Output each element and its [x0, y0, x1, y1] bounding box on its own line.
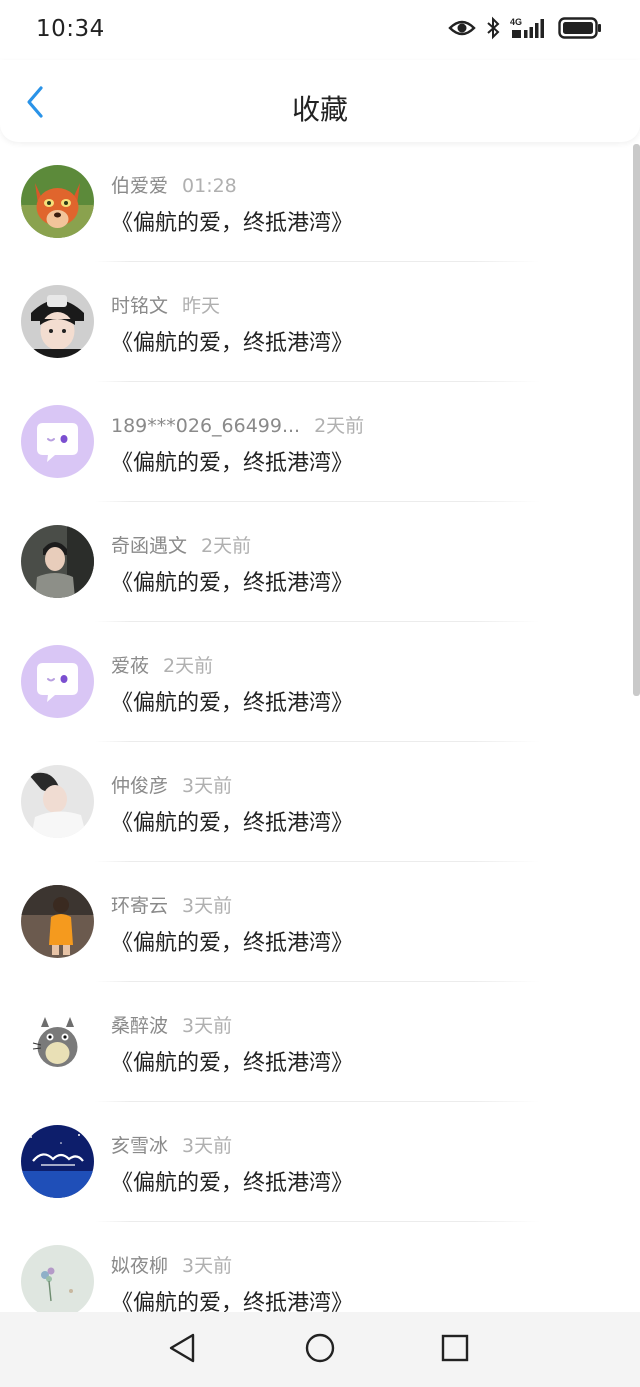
user-name: 仲俊彦	[111, 775, 169, 797]
battery-icon	[558, 16, 602, 44]
list-item[interactable]: 伯爱爱 01:28 《偏航的爱，终抵港湾》	[0, 142, 640, 262]
item-header: 伯爱爱 01:28	[111, 171, 237, 198]
item-header: 189***026_66499... 2天前	[111, 411, 364, 438]
avatar[interactable]	[21, 1005, 94, 1078]
item-time: 3天前	[182, 1015, 233, 1037]
item-time: 2天前	[163, 655, 214, 677]
favorite-content[interactable]: 《偏航的爱，终抵港湾》	[111, 205, 353, 237]
nav-recents-button[interactable]	[437, 1332, 473, 1368]
item-header: 爱莜 2天前	[111, 651, 213, 678]
item-header: 奇函遇文 2天前	[111, 531, 251, 558]
item-time: 昨天	[182, 295, 221, 317]
list-item[interactable]: 仲俊彦 3天前 《偏航的爱，终抵港湾》	[0, 742, 640, 862]
list-item[interactable]: 奇函遇文 2天前 《偏航的爱，终抵港湾》	[0, 502, 640, 622]
status-icons: 4G	[448, 16, 602, 44]
item-time: 2天前	[314, 415, 365, 437]
favorite-content[interactable]: 《偏航的爱，终抵港湾》	[111, 325, 353, 357]
status-time: 10:34	[36, 16, 105, 42]
favorite-content[interactable]: 《偏航的爱，终抵港湾》	[111, 1285, 353, 1312]
favorite-content[interactable]: 《偏航的爱，终抵港湾》	[111, 685, 353, 717]
item-header: 桑醉波 3天前	[111, 1011, 232, 1038]
user-name: 189***026_66499...	[111, 415, 301, 437]
item-time: 3天前	[182, 1135, 233, 1157]
user-name: 伯爱爱	[111, 175, 169, 197]
list-item[interactable]: 桑醉波 3天前 《偏航的爱，终抵港湾》	[0, 982, 640, 1102]
header: 收藏	[0, 60, 640, 142]
item-header: 仲俊彦 3天前	[111, 771, 232, 798]
square-recents-icon	[440, 1333, 470, 1367]
list-item[interactable]: 亥雪冰 3天前 《偏航的爱，终抵港湾》	[0, 1102, 640, 1222]
user-name: 亥雪冰	[111, 1135, 169, 1157]
avatar[interactable]	[21, 405, 94, 478]
list-item[interactable]: 爱莜 2天前 《偏航的爱，终抵港湾》	[0, 622, 640, 742]
avatar[interactable]	[21, 885, 94, 958]
favorite-content[interactable]: 《偏航的爱，终抵港湾》	[111, 1165, 353, 1197]
favorites-list[interactable]: 伯爱爱 01:28 《偏航的爱，终抵港湾》 时铭文昨天 《偏航的爱，终抵港湾》	[0, 142, 640, 1312]
user-name: 时铭文	[111, 295, 169, 317]
list-item[interactable]: 环寄云 3天前 《偏航的爱，终抵港湾》	[0, 862, 640, 982]
signal-icon: 4G	[510, 16, 548, 44]
list-item[interactable]: 时铭文 昨天 《偏航的爱，终抵港湾》	[0, 262, 640, 382]
item-time: 2天前	[201, 535, 252, 557]
user-name: 奇函遇文	[111, 535, 188, 557]
eye-icon	[448, 18, 476, 42]
user-name: 环寄云	[111, 895, 169, 917]
avatar[interactable]	[21, 1125, 94, 1198]
favorite-content[interactable]: 《偏航的爱，终抵港湾》	[111, 925, 353, 957]
list-item[interactable]: 189***026_66499... 2天前 《偏航的爱，终抵港湾》	[0, 382, 640, 502]
navigation-bar	[0, 1312, 640, 1387]
page-title: 收藏	[291, 93, 348, 126]
item-header: 环寄云 3天前	[111, 891, 232, 918]
item-header: 姒夜柳 3天前	[111, 1251, 232, 1278]
avatar[interactable]	[21, 525, 94, 598]
item-header: 时铭文 昨天	[111, 291, 220, 318]
avatar[interactable]	[21, 765, 94, 838]
nav-home-button[interactable]	[302, 1332, 338, 1368]
user-name: 爱莜	[111, 655, 150, 677]
item-header: 亥雪冰 3天前	[111, 1131, 232, 1158]
favorite-content[interactable]: 《偏航的爱，终抵港湾》	[111, 445, 353, 477]
network-type-label: 4G	[510, 17, 522, 27]
favorite-content[interactable]: 《偏航的爱，终抵港湾》	[111, 805, 353, 837]
user-name: 桑醉波	[111, 1015, 169, 1037]
item-time: 3天前	[182, 775, 233, 797]
item-time: 3天前	[182, 895, 233, 917]
nav-back-button[interactable]	[164, 1332, 200, 1368]
bluetooth-icon	[486, 16, 500, 44]
item-time: 3天前	[182, 1255, 233, 1277]
avatar[interactable]	[21, 1245, 94, 1312]
favorite-content[interactable]: 《偏航的爱，终抵港湾》	[111, 565, 353, 597]
list-item[interactable]: 姒夜柳 3天前 《偏航的爱，终抵港湾》	[0, 1222, 640, 1312]
circle-home-icon	[304, 1332, 336, 1368]
scrollbar[interactable]	[633, 144, 640, 696]
item-time: 01:28	[182, 175, 237, 197]
avatar[interactable]	[21, 165, 94, 238]
favorite-content[interactable]: 《偏航的爱，终抵港湾》	[111, 1045, 353, 1077]
triangle-back-icon	[168, 1332, 196, 1368]
status-bar: 10:34 4G	[0, 0, 640, 60]
user-name: 姒夜柳	[111, 1255, 169, 1277]
avatar[interactable]	[21, 285, 94, 358]
avatar[interactable]	[21, 645, 94, 718]
